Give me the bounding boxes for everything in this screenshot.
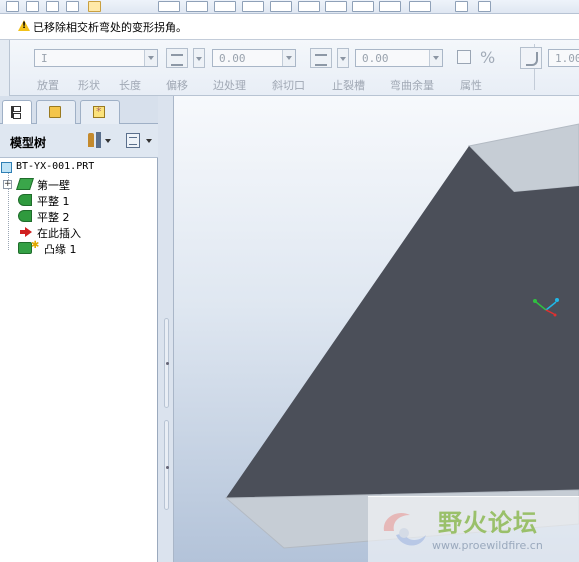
top-toolbar xyxy=(0,0,579,14)
watermark-title: 野火论坛 xyxy=(438,509,538,537)
folder-icon xyxy=(49,106,61,118)
redo-icon[interactable] xyxy=(66,1,79,12)
datum-axes-icon[interactable] xyxy=(325,1,347,12)
datum-planes-icon[interactable] xyxy=(298,1,320,12)
folder-browser-tab[interactable] xyxy=(36,100,76,124)
splitter-grip-lower[interactable] xyxy=(164,420,169,510)
relief-type-button[interactable] xyxy=(310,48,332,68)
part-icon xyxy=(1,162,12,173)
model-tree-panel: 模型树 BT-YX-001.PRT + 第一壁 平整 1 平整 2 在此插入 ✱… xyxy=(0,124,158,562)
tab-length[interactable]: 长度 xyxy=(119,77,141,93)
watermark-logo xyxy=(383,512,426,546)
relief-type-dropdown[interactable] xyxy=(337,48,349,68)
view-top-icon[interactable] xyxy=(186,1,208,12)
tab-miter-cuts[interactable]: 斜切口 xyxy=(272,77,305,93)
favorites-icon xyxy=(93,105,105,118)
expand-icon[interactable]: + xyxy=(3,180,12,189)
tree-icon xyxy=(11,106,23,119)
tab-properties[interactable]: 属性 xyxy=(460,77,482,93)
bend-radius-field[interactable]: 1.00 xyxy=(548,49,579,67)
watermark: 野火论坛 www.proewildfire.cn xyxy=(368,496,579,562)
warning-icon xyxy=(18,20,30,31)
model-tree-header: 模型树 xyxy=(0,124,158,158)
tree-settings-icon[interactable] xyxy=(88,132,112,150)
view-left-icon[interactable] xyxy=(242,1,264,12)
flat-wall-icon xyxy=(18,210,32,222)
chevron-down-icon[interactable] xyxy=(144,50,157,66)
wall-type-select[interactable]: I xyxy=(34,49,158,67)
tree-item-label: 在此插入 xyxy=(37,227,81,240)
tab-edge-treatment[interactable]: 边处理 xyxy=(213,77,246,93)
first-wall-icon xyxy=(16,178,34,190)
favorites-tab[interactable] xyxy=(80,100,120,124)
offset-value-field[interactable]: 0.00 xyxy=(212,49,296,67)
view-front-icon[interactable] xyxy=(158,1,180,12)
offset-type-button[interactable] xyxy=(166,48,188,68)
tab-offset[interactable]: 偏移 xyxy=(166,77,188,93)
tree-show-icon[interactable] xyxy=(126,132,154,150)
thickness-side-icon[interactable] xyxy=(457,50,471,64)
tree-item-label: 平整 2 xyxy=(37,211,70,224)
tree-item-part[interactable]: BT-YX-001.PRT xyxy=(0,160,158,176)
tree-item-label: 凸缘 1 xyxy=(44,243,77,256)
model-tree-tab[interactable] xyxy=(2,100,32,125)
bend-radius-value: 1.00 xyxy=(555,52,579,65)
chevron-down-icon[interactable] xyxy=(429,50,442,66)
sheetmetal-mode-icon[interactable] xyxy=(88,1,101,12)
graphics-window[interactable] xyxy=(174,96,579,562)
relief-value-field[interactable]: 0.00 xyxy=(355,49,443,67)
view-right-icon[interactable] xyxy=(214,1,236,12)
help-icon[interactable] xyxy=(478,1,491,12)
offset-value: 0.00 xyxy=(219,52,246,65)
splitter-dot xyxy=(166,362,169,365)
model-geometry xyxy=(224,123,579,549)
open-icon[interactable] xyxy=(26,1,39,12)
feature-dashboard: I 0.00 0.00 % 1.00 放置 形状 长度 偏移 边处理 斜切口 止… xyxy=(10,40,579,96)
select-icon[interactable] xyxy=(455,1,468,12)
tab-placement[interactable]: 放置 xyxy=(37,77,59,93)
message-text: 已移除相交析弯处的变形拐角。 xyxy=(33,21,187,34)
tree-item-flat-1[interactable]: 平整 1 xyxy=(0,192,158,208)
coordinate-systems-icon[interactable] xyxy=(379,1,401,12)
tab-relief[interactable]: 止裂槽 xyxy=(332,77,365,93)
undo-icon[interactable] xyxy=(46,1,59,12)
tree-item-flat-2[interactable]: 平整 2 xyxy=(0,208,158,224)
message-area: 已移除相交析弯处的变形拐角。 xyxy=(0,14,579,40)
model-tree-title: 模型树 xyxy=(10,136,47,150)
tree-item-flange-1[interactable]: ✱ 凸缘 1 xyxy=(0,240,158,256)
view-iso-icon[interactable] xyxy=(270,1,292,12)
main-face xyxy=(226,146,579,498)
flat-wall-icon xyxy=(18,194,32,206)
tree-item-first-wall[interactable]: + 第一壁 xyxy=(0,176,158,192)
tree-item-label: 第一壁 xyxy=(37,179,70,192)
tree-item-insert-here[interactable]: 在此插入 xyxy=(0,224,158,240)
tab-shape[interactable]: 形状 xyxy=(78,77,100,93)
bend-radius-icon[interactable] xyxy=(520,47,542,69)
new-feature-star-icon: ✱ xyxy=(31,240,40,251)
splitter-dot xyxy=(166,466,169,469)
spin-center-icon[interactable] xyxy=(409,1,431,12)
relief-value: 0.00 xyxy=(362,52,389,65)
datum-points-icon[interactable] xyxy=(352,1,374,12)
save-icon[interactable] xyxy=(6,1,19,12)
tree-item-label: BT-YX-001.PRT xyxy=(16,161,95,172)
wall-type-value: I xyxy=(41,52,48,65)
flip-direction-icon[interactable]: % xyxy=(480,48,498,67)
watermark-url: www.proewildfire.cn xyxy=(432,539,543,552)
navigator-tabs xyxy=(0,96,165,125)
tab-bend-allowance[interactable]: 弯曲余量 xyxy=(390,77,434,93)
chevron-down-icon[interactable] xyxy=(282,50,295,66)
offset-type-dropdown[interactable] xyxy=(193,48,205,68)
flange-wall-icon xyxy=(18,242,32,254)
insert-here-icon xyxy=(20,227,32,237)
tree-item-label: 平整 1 xyxy=(37,195,70,208)
panel-splitter[interactable] xyxy=(158,96,174,562)
